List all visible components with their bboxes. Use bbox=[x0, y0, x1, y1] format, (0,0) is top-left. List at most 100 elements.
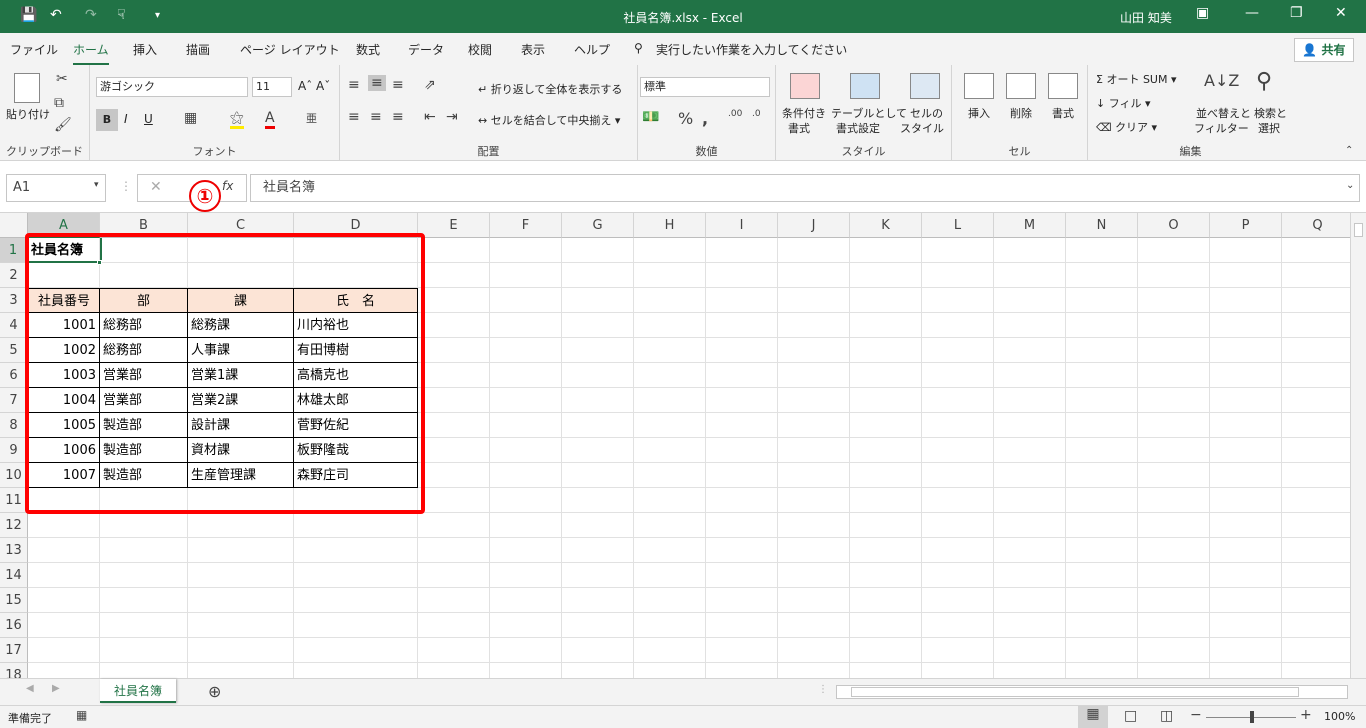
cut-icon[interactable]: ✂ bbox=[56, 71, 68, 87]
borders-icon[interactable]: ▦ bbox=[184, 110, 197, 126]
row-header-4[interactable]: 4 bbox=[0, 313, 28, 338]
comma-style-icon[interactable]: , bbox=[702, 109, 708, 128]
new-sheet-icon[interactable]: ⊕ bbox=[208, 682, 221, 701]
insert-cells-button[interactable]: 挿入 bbox=[968, 105, 990, 121]
increase-font-icon[interactable]: Aˆ Aˇ bbox=[298, 79, 330, 93]
column-header-n[interactable]: N bbox=[1066, 213, 1138, 238]
name-box[interactable]: A1 bbox=[6, 174, 106, 202]
ribbon-display-icon[interactable]: ▣ bbox=[1196, 5, 1209, 21]
sort-filter-icon[interactable]: A↓Z bbox=[1204, 71, 1239, 90]
column-header-f[interactable]: F bbox=[490, 213, 562, 238]
percent-icon[interactable]: % bbox=[678, 109, 693, 128]
tab-help[interactable]: ヘルプ bbox=[574, 41, 610, 58]
zoom-level[interactable]: 100% bbox=[1324, 710, 1355, 723]
row-header-18[interactable]: 18 bbox=[0, 663, 28, 678]
column-header-g[interactable]: G bbox=[562, 213, 634, 238]
prev-sheet-icon[interactable]: ◀ bbox=[26, 683, 34, 694]
align-bottom-icon[interactable]: ≡ bbox=[392, 77, 404, 93]
paste-button[interactable]: 貼り付け bbox=[6, 106, 50, 122]
cell-styles-label-1[interactable]: セルの bbox=[910, 105, 943, 121]
tell-me-search[interactable]: 実行したい作業を入力してください bbox=[656, 41, 847, 58]
sort-filter-label-2[interactable]: フィルター bbox=[1194, 120, 1249, 136]
decrease-indent-icon[interactable]: ⇤ bbox=[424, 109, 436, 125]
tab-data[interactable]: データ bbox=[408, 41, 444, 58]
decrease-decimal-icon[interactable]: .0 bbox=[752, 109, 761, 119]
format-as-table-label-2[interactable]: 書式設定 bbox=[836, 120, 880, 136]
autosum-button[interactable]: Σ オート SUM ▾ bbox=[1096, 71, 1177, 87]
increase-decimal-icon[interactable]: .00 bbox=[728, 109, 742, 119]
row-header-8[interactable]: 8 bbox=[0, 413, 28, 438]
font-size-select[interactable]: 11 bbox=[252, 77, 292, 97]
row-header-16[interactable]: 16 bbox=[0, 613, 28, 638]
font-color-icon[interactable]: A bbox=[265, 110, 275, 129]
tab-file[interactable]: ファイル bbox=[10, 41, 58, 58]
align-middle-icon[interactable]: ≡ bbox=[368, 75, 386, 91]
find-select-icon[interactable]: ⚲ bbox=[1256, 69, 1272, 94]
row-header-9[interactable]: 9 bbox=[0, 438, 28, 463]
conditional-formatting-icon[interactable] bbox=[790, 73, 820, 99]
delete-cells-icon[interactable] bbox=[1006, 73, 1036, 99]
paste-icon[interactable] bbox=[14, 73, 40, 103]
horizontal-scroll-thumb[interactable] bbox=[851, 687, 1299, 697]
collapse-ribbon-icon[interactable]: ⌃ bbox=[1345, 145, 1353, 156]
underline-button[interactable]: U bbox=[144, 112, 153, 126]
zoom-slider-thumb[interactable] bbox=[1250, 711, 1254, 723]
horizontal-scrollbar[interactable] bbox=[836, 685, 1348, 699]
row-header-2[interactable]: 2 bbox=[0, 263, 28, 288]
tab-home[interactable]: ホーム bbox=[73, 41, 109, 65]
align-left-icon[interactable]: ≡ bbox=[348, 109, 360, 125]
copy-icon[interactable]: ⧉ bbox=[54, 95, 64, 111]
wrap-text-button[interactable]: ↵ 折り返して全体を表示する bbox=[478, 81, 622, 97]
row-header-7[interactable]: 7 bbox=[0, 388, 28, 413]
format-cells-icon[interactable] bbox=[1048, 73, 1078, 99]
conditional-formatting-label-1[interactable]: 条件付き bbox=[782, 105, 826, 121]
tab-view[interactable]: 表示 bbox=[521, 41, 545, 58]
font-name-select[interactable]: 游ゴシック bbox=[96, 77, 248, 97]
find-select-label-2[interactable]: 選択 bbox=[1258, 120, 1280, 136]
page-layout-view-icon[interactable]: □ bbox=[1124, 708, 1137, 724]
tab-draw[interactable]: 描画 bbox=[186, 41, 210, 58]
format-as-table-icon[interactable] bbox=[850, 73, 880, 99]
row-header-15[interactable]: 15 bbox=[0, 588, 28, 613]
page-break-view-icon[interactable]: ◫ bbox=[1160, 708, 1173, 724]
close-icon[interactable]: ✕ bbox=[1335, 5, 1347, 21]
search-icon[interactable]: ⚲ bbox=[634, 41, 643, 55]
merge-center-button[interactable]: ↔ セルを結合して中央揃え ▾ bbox=[478, 112, 620, 128]
increase-indent-icon[interactable]: ⇥ bbox=[446, 109, 458, 125]
restore-icon[interactable]: ❐ bbox=[1290, 5, 1303, 21]
vertical-scroll-thumb[interactable] bbox=[1354, 223, 1363, 237]
row-header-1[interactable]: 1 bbox=[0, 238, 28, 263]
fill-button[interactable]: ↓ フィル ▾ bbox=[1096, 95, 1151, 111]
formula-input[interactable]: 社員名簿 bbox=[250, 174, 1360, 202]
row-header-3[interactable]: 3 bbox=[0, 288, 28, 313]
accounting-format-icon[interactable]: 💵 bbox=[642, 109, 659, 125]
column-header-m[interactable]: M bbox=[994, 213, 1066, 238]
align-top-icon[interactable]: ≡ bbox=[348, 77, 360, 93]
column-header-e[interactable]: E bbox=[418, 213, 490, 238]
tab-review[interactable]: 校閲 bbox=[468, 41, 492, 58]
zoom-in-icon[interactable]: + bbox=[1300, 707, 1312, 723]
column-header-l[interactable]: L bbox=[922, 213, 994, 238]
select-all-corner[interactable] bbox=[0, 213, 28, 238]
column-header-p[interactable]: P bbox=[1210, 213, 1282, 238]
clear-button[interactable]: ⌫ クリア ▾ bbox=[1096, 119, 1157, 135]
insert-function-icon[interactable]: fx bbox=[222, 179, 233, 193]
row-header-13[interactable]: 13 bbox=[0, 538, 28, 563]
find-select-label-1[interactable]: 検索と bbox=[1254, 105, 1287, 121]
format-cells-button[interactable]: 書式 bbox=[1052, 105, 1074, 121]
share-button[interactable]: 👤 共有 bbox=[1294, 38, 1354, 62]
fill-color-icon[interactable]: ⚝ bbox=[230, 110, 244, 129]
cell-styles-icon[interactable] bbox=[910, 73, 940, 99]
row-header-5[interactable]: 5 bbox=[0, 338, 28, 363]
row-header-12[interactable]: 12 bbox=[0, 513, 28, 538]
macro-record-icon[interactable]: ▦ bbox=[76, 708, 87, 722]
row-header-10[interactable]: 10 bbox=[0, 463, 28, 488]
expand-formula-icon[interactable]: ⌄ bbox=[1346, 180, 1354, 191]
phonetic-icon[interactable]: 亜 bbox=[306, 110, 317, 126]
zoom-out-icon[interactable]: − bbox=[1190, 707, 1202, 723]
cancel-icon[interactable]: ✕ bbox=[150, 179, 162, 195]
user-name[interactable]: 山田 知美 bbox=[1120, 9, 1172, 26]
column-header-h[interactable]: H bbox=[634, 213, 706, 238]
format-as-table-label-1[interactable]: テーブルとして bbox=[831, 105, 907, 121]
column-header-k[interactable]: K bbox=[850, 213, 922, 238]
